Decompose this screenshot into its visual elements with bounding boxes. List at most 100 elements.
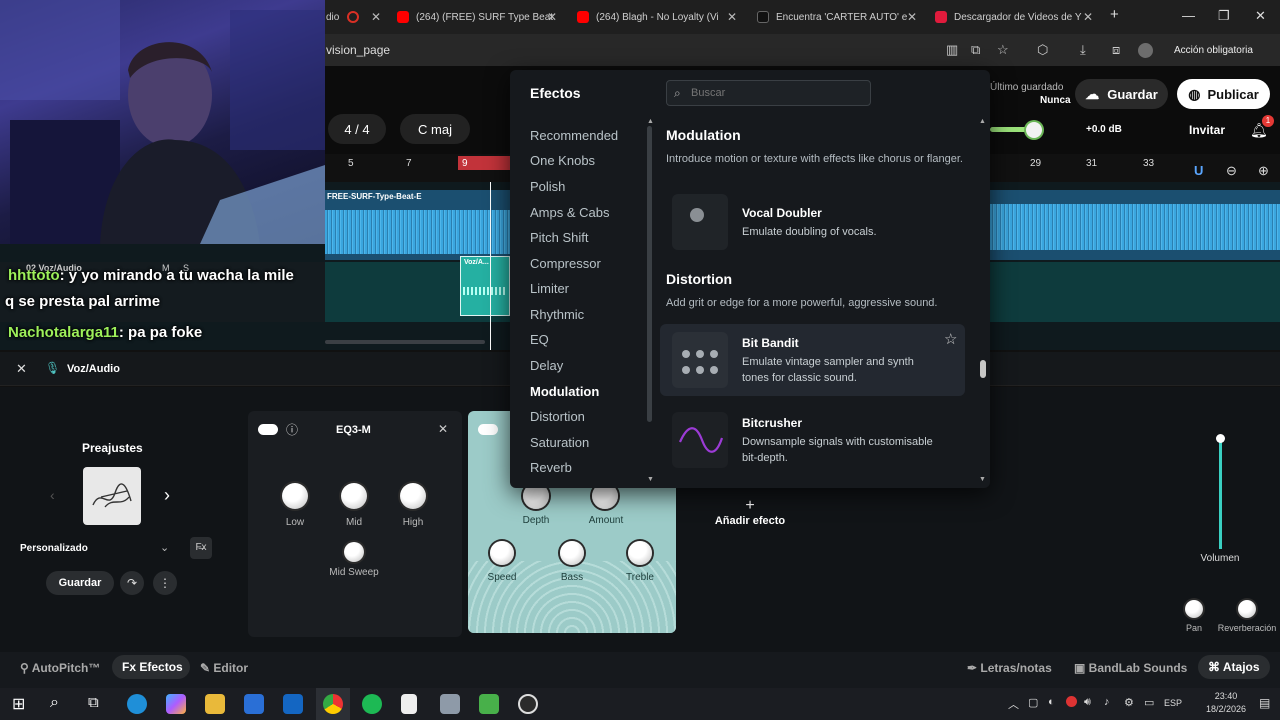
time-signature[interactable]: 4 / 4	[328, 114, 386, 144]
category-rhythmic[interactable]: Rhythmic	[530, 307, 584, 322]
tab-blagh[interactable]: (264) Blagh - No Loyalty (Vi ✕	[577, 4, 737, 30]
close-tab-icon[interactable]: ✕	[1083, 10, 1093, 24]
shortcuts-button[interactable]: ⌘ Atajos	[1198, 655, 1270, 679]
category-one-knobs[interactable]: One Knobs	[530, 153, 595, 168]
category-pitch-shift[interactable]: Pitch Shift	[530, 230, 589, 245]
store-icon[interactable]	[244, 694, 264, 714]
master-volume-handle[interactable]	[1026, 122, 1042, 138]
effects-list-scrollbar[interactable]	[980, 360, 986, 378]
share-icon[interactable]: ↷	[120, 571, 144, 595]
close-tab-icon[interactable]: ✕	[727, 10, 737, 24]
bandlab-sounds-button[interactable]: ▣ BandLab Sounds	[1074, 661, 1187, 675]
category-compressor[interactable]: Compressor	[530, 256, 601, 271]
tray-icon[interactable]: ⚙	[1124, 696, 1134, 709]
speaker-icon[interactable]: 🔊︎	[1084, 696, 1091, 709]
audio-clip-continuation[interactable]	[990, 190, 1280, 260]
eq-low-knob[interactable]	[282, 483, 308, 509]
timeline-scrollbar[interactable]	[325, 340, 485, 344]
editor-tab[interactable]: ✎ Editor	[200, 661, 248, 675]
scroll-up-icon[interactable]: ▲	[647, 118, 654, 125]
reverb-knob[interactable]	[1238, 600, 1256, 618]
bypass-fx-icon[interactable]: F̶x	[190, 537, 212, 559]
tab-downloader[interactable]: Descargador de Videos de Y ✕	[935, 4, 1093, 30]
new-tab-icon[interactable]: +	[1110, 6, 1119, 23]
cast-icon[interactable]: ⧉	[971, 42, 980, 58]
preset-dropdown[interactable]: Personalizado ⌄	[12, 538, 182, 560]
eq-mid-knob[interactable]	[341, 483, 367, 509]
effect-item-bit-bandit[interactable]: Bit Bandit Emulate vintage sampler and s…	[660, 324, 965, 396]
tray-icon[interactable]: ◐	[1048, 696, 1055, 708]
minimize-icon[interactable]: —	[1182, 8, 1195, 23]
scroll-down-icon[interactable]: ▼	[979, 476, 986, 483]
pan-knob[interactable]	[1185, 600, 1203, 618]
volume-fader-track[interactable]	[1219, 437, 1222, 549]
tab-active[interactable]: dio ✕	[326, 4, 381, 30]
edge-icon[interactable]	[127, 694, 147, 714]
category-modulation[interactable]: Modulation	[530, 384, 599, 399]
category-eq[interactable]: EQ	[530, 332, 549, 347]
tray-icon[interactable]: ♪	[1104, 696, 1110, 708]
tray-icon[interactable]: ▢	[1028, 696, 1038, 709]
mid-sweep-knob[interactable]	[344, 542, 364, 562]
tray-chevron-icon[interactable]: ︿	[1008, 696, 1019, 712]
spotify-icon[interactable]	[362, 694, 382, 714]
key-selector[interactable]: C maj	[400, 114, 470, 144]
search-field[interactable]: ⌕	[666, 80, 871, 106]
magnet-snap-icon[interactable]: U	[1194, 163, 1203, 178]
notepad-icon[interactable]	[401, 694, 417, 714]
effect-toggle[interactable]	[478, 424, 498, 435]
search-icon[interactable]: ⌕	[50, 694, 59, 712]
next-preset-icon[interactable]: ›	[164, 485, 170, 506]
preset-thumbnail[interactable]	[83, 467, 141, 525]
category-scrollbar[interactable]	[647, 126, 652, 422]
category-limiter[interactable]: Limiter	[530, 281, 569, 296]
category-amps-cabs[interactable]: Amps & Cabs	[530, 205, 609, 220]
scroll-down-icon[interactable]: ▼	[647, 476, 654, 483]
bass-knob[interactable]	[560, 541, 584, 565]
publish-button[interactable]: ◍ Publicar	[1177, 79, 1270, 109]
category-delay[interactable]: Delay	[530, 358, 563, 373]
effect-item-bitcrusher[interactable]: Bitcrusher Downsample signals with custo…	[660, 404, 965, 474]
zoom-out-icon[interactable]: ⊖	[1226, 163, 1237, 179]
zoom-in-icon[interactable]: ⊕	[1258, 163, 1269, 179]
windows-start-icon[interactable]: ⊞	[12, 694, 25, 714]
speed-knob[interactable]	[490, 541, 514, 565]
search-input[interactable]	[691, 84, 861, 102]
effects-tab[interactable]: Fx Efectos	[112, 655, 190, 679]
close-tab-icon[interactable]: ✕	[371, 10, 381, 24]
close-icon[interactable]: ✕	[16, 361, 27, 377]
category-distortion[interactable]: Distortion	[530, 409, 585, 424]
profile-avatar[interactable]	[1138, 43, 1153, 58]
playhead[interactable]	[490, 182, 491, 350]
mail-icon[interactable]	[283, 694, 303, 714]
save-button[interactable]: ☁ Guardar	[1075, 79, 1168, 109]
remove-effect-icon[interactable]: ✕	[438, 422, 448, 436]
copilot-icon[interactable]	[166, 694, 186, 714]
effect-toggle[interactable]	[258, 424, 278, 435]
category-recommended[interactable]: Recommended	[530, 128, 618, 143]
tab-tiktok[interactable]: Encuentra 'CARTER AUTO' e ✕	[757, 4, 917, 30]
android-app-icon[interactable]	[479, 694, 499, 714]
scroll-up-icon[interactable]: ▲	[979, 118, 986, 125]
clock-date[interactable]: 18/2/2026	[1195, 704, 1257, 714]
download-icon[interactable]: ⤓	[1080, 42, 1086, 58]
audio-clip[interactable]: FREE-SURF-Type-Beat-E	[325, 190, 510, 260]
category-polish[interactable]: Polish	[530, 179, 565, 194]
vocal-clip[interactable]: Voz/A...	[460, 256, 510, 316]
close-window-icon[interactable]: ✕	[1255, 8, 1266, 24]
clock-time[interactable]: 23:40	[1200, 691, 1252, 701]
preset-save-button[interactable]: Guardar	[46, 571, 114, 595]
extensions-icon[interactable]: ⬡	[1037, 42, 1048, 58]
reading-mode-icon[interactable]: ▥	[946, 42, 958, 58]
notifications-icon[interactable]: ▤	[1259, 696, 1270, 710]
app-icon[interactable]	[440, 694, 460, 714]
invite-button[interactable]: Invitar	[1189, 123, 1225, 137]
category-saturation[interactable]: Saturation	[530, 435, 589, 450]
language-indicator[interactable]: ESP	[1164, 698, 1182, 708]
favorite-star-icon[interactable]: ☆	[944, 330, 957, 348]
tab-search-icon[interactable]: ⧈	[1112, 42, 1120, 58]
close-tab-icon[interactable]: ✕	[907, 10, 917, 24]
close-tab-icon[interactable]: ✕	[547, 10, 557, 24]
tab-surf-beat[interactable]: (264) (FREE) SURF Type Beat ✕	[397, 4, 557, 30]
action-required-button[interactable]: Acción obligatoria	[1166, 39, 1261, 61]
